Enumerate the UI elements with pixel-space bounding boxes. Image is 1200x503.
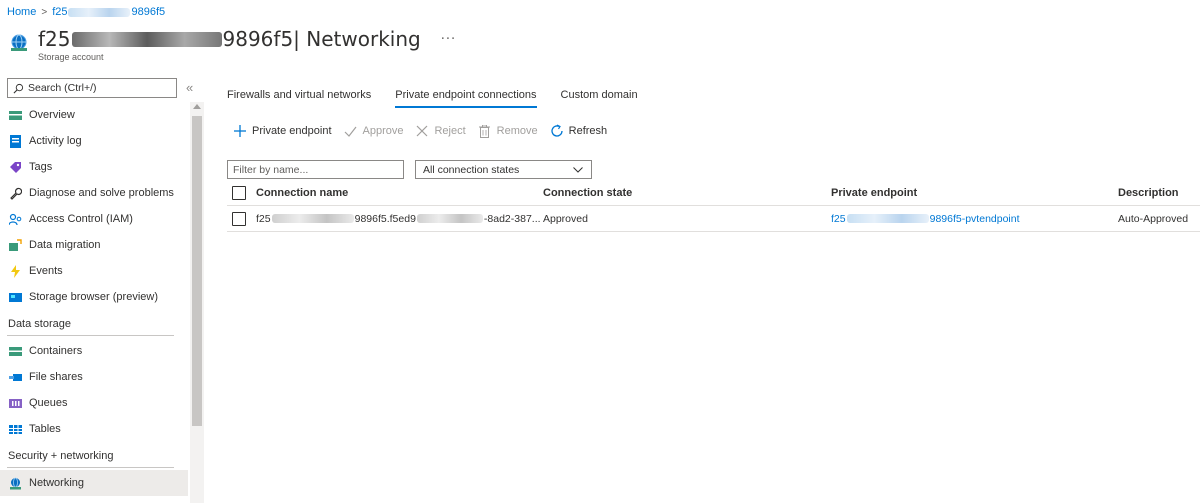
filter-bar: Filter by name... All connection states [227,160,592,179]
breadcrumb-separator: > [41,6,48,18]
command-bar: Private endpoint Approve Reject Remove R… [233,124,619,138]
main-content: Firewalls and virtual networks Private e… [227,76,1200,232]
tables-icon [9,423,22,436]
networking-globe-icon [11,34,27,51]
sidebar-item-overview[interactable]: Overview [0,102,188,128]
sidebar-scrollbar[interactable] [190,102,204,503]
sidebar-item-networking[interactable]: Networking [0,470,188,496]
lightning-icon [9,264,22,278]
storage-browser-icon [9,291,22,304]
filter-by-name-input[interactable]: Filter by name... [227,160,404,179]
networking-icon [9,477,22,490]
sidebar-item-tags[interactable]: Tags [0,154,188,180]
plus-icon [233,124,247,138]
containers-icon [9,345,22,358]
tab-firewalls[interactable]: Firewalls and virtual networks [227,89,371,108]
approve-button[interactable]: Approve [344,124,403,138]
checkmark-icon [344,124,358,138]
description-cell: Auto-Approved [1118,212,1189,225]
remove-button[interactable]: Remove [478,124,538,138]
file-shares-icon [9,371,22,384]
scroll-up-arrow-icon[interactable] [193,104,201,109]
close-icon [415,124,429,138]
overview-icon [9,109,22,122]
sidebar-nav: Overview Activity log Tags Diagnose and … [0,102,188,496]
sidebar-search-placeholder: Search (Ctrl+/) [28,82,97,94]
column-header-description[interactable]: Description [1118,187,1179,199]
refresh-button[interactable]: Refresh [550,124,607,138]
connection-state-dropdown[interactable]: All connection states [415,160,592,179]
add-private-endpoint-button[interactable]: Private endpoint [233,124,332,138]
refresh-icon [550,124,564,138]
breadcrumb-home-link[interactable]: Home [7,6,36,18]
chevron-down-icon [573,166,583,173]
sidebar-item-queues[interactable]: Queues [0,390,188,416]
sidebar-item-data-migration[interactable]: Data migration [0,232,188,258]
column-header-connection-state[interactable]: Connection state [543,187,632,199]
select-all-checkbox[interactable] [232,185,246,200]
data-migration-icon [9,238,22,252]
sidebar-item-file-shares[interactable]: File shares [0,364,188,390]
connection-name-cell: f25 9896f5.f5ed9 -8ad2-387... [256,212,541,225]
connections-table: Connection name Connection state Private… [227,180,1200,232]
breadcrumb-resource-link[interactable]: f25 9896f5 [52,6,165,18]
page-header: f25 9896f5 | Networking ··· Storage accou… [9,27,456,62]
sidebar-item-containers[interactable]: Containers [0,338,188,364]
page-title: f25 9896f5 | Networking ··· [38,27,457,51]
tab-private-endpoint-connections[interactable]: Private endpoint connections [395,89,537,108]
private-endpoint-link[interactable]: f25 9896f5-pvtendpoint [831,213,1020,225]
connection-state-cell: Approved [543,212,588,225]
reject-button[interactable]: Reject [415,124,466,138]
tab-bar: Firewalls and virtual networks Private e… [227,76,1200,108]
sidebar-item-storage-browser[interactable]: Storage browser (preview) [0,284,188,310]
sidebar-item-tables[interactable]: Tables [0,416,188,442]
tab-custom-domain[interactable]: Custom domain [561,89,638,108]
tag-icon [9,161,22,174]
sidebar: Search (Ctrl+/) « Overview Activity log … [0,76,205,503]
search-icon [13,83,24,93]
wrench-icon [9,187,22,200]
queues-icon [9,397,22,410]
column-header-private-endpoint[interactable]: Private endpoint [831,187,917,199]
table-header-row: Connection name Connection state Private… [227,180,1200,206]
sidebar-item-events[interactable]: Events [0,258,188,284]
sidebar-search-input[interactable]: Search (Ctrl+/) [7,78,177,98]
section-data-storage: Data storage [0,310,188,338]
sidebar-item-activity-log[interactable]: Activity log [0,128,188,154]
row-checkbox[interactable] [232,211,246,226]
sidebar-item-iam[interactable]: Access Control (IAM) [0,206,188,232]
more-options-icon[interactable]: ··· [441,32,456,47]
scrollbar-thumb[interactable] [192,116,202,426]
collapse-sidebar-button[interactable]: « [186,80,193,95]
column-header-connection-name[interactable]: Connection name [256,187,348,199]
section-security-networking: Security + networking [0,442,188,470]
resource-type-label: Storage account [38,52,104,62]
sidebar-item-diagnose[interactable]: Diagnose and solve problems [0,180,188,206]
table-row[interactable]: f25 9896f5.f5ed9 -8ad2-387... Approved f25… [227,206,1200,232]
people-icon [9,213,22,226]
breadcrumb: Home > f25 9896f5 [7,6,165,18]
activity-log-icon [9,134,22,148]
trash-icon [478,124,492,138]
